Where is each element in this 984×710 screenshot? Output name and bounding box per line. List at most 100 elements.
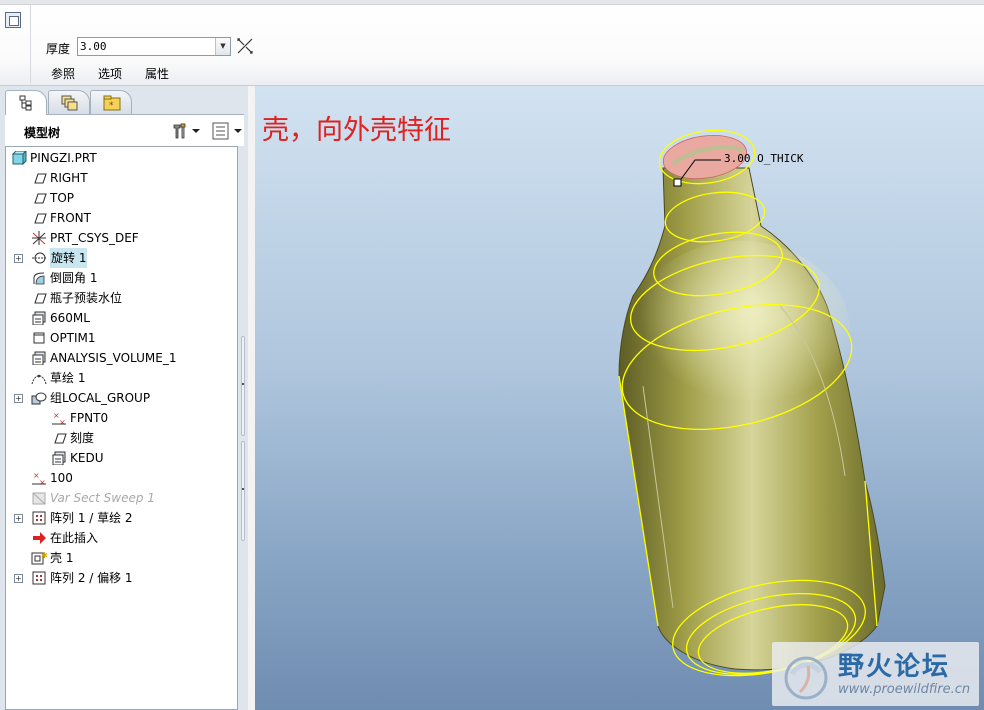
watermark-url: www.proewildfire.cn — [838, 682, 971, 697]
tree-item[interactable]: Var Sect Sweep 1 — [6, 488, 237, 508]
tree-item-label: 倒圆角 1 — [50, 271, 98, 285]
tree-header: 模型树 — [5, 114, 244, 146]
model-tree-icon — [19, 95, 32, 111]
flip-direction-button[interactable] — [235, 36, 255, 56]
tree-item-label: FRONT — [50, 211, 91, 225]
tree-item-label: FPNT0 — [70, 411, 109, 425]
svg-text:✱: ✱ — [41, 551, 47, 560]
tree-item-label: 100 — [50, 471, 73, 485]
tab-properties[interactable]: 属性 — [145, 65, 169, 82]
tree-item[interactable]: + 组LOCAL_GROUP — [6, 388, 237, 408]
tree-item[interactable]: × × FPNT0 — [6, 408, 237, 428]
tree-item-label: KEDU — [70, 451, 104, 465]
tree-item[interactable]: 倒圆角 1 — [6, 268, 237, 288]
list-icon — [212, 122, 242, 140]
tree-item-label: OPTIM1 — [50, 331, 96, 345]
model-tree[interactable]: PINGZI.PRT RIGHT TOP FRONT PRT_CSYS_DEF + 旋转 … — [5, 146, 238, 710]
tree-item-label: 在此插入 — [50, 531, 99, 545]
tree-item-label: 旋转 1 — [50, 248, 88, 268]
tree-item-label: TOP — [50, 191, 75, 205]
body-highlight — [630, 241, 850, 421]
tree-settings-button[interactable] — [171, 121, 203, 141]
pattern-icon — [32, 571, 46, 585]
expand-toggle-icon[interactable]: + — [14, 574, 23, 583]
tree-root-label: PINGZI.PRT — [30, 151, 97, 165]
analysis-icon — [32, 351, 46, 365]
tree-item[interactable]: × × 100 — [6, 468, 237, 488]
tree-item[interactable]: + 阵列 2 / 偏移 1 — [6, 568, 237, 588]
tab-folder-browser[interactable]: * — [90, 90, 132, 114]
analysis-icon — [32, 311, 46, 325]
datum-plane-icon — [34, 173, 47, 184]
tree-item-label: 壳 1 — [50, 551, 74, 565]
graphics-viewport[interactable]: 壳，向外壳特征 3.00 O_THICK 野火论坛 www.proewildfi… — [255, 86, 984, 710]
svg-text:*: * — [109, 101, 114, 111]
thickness-dimension[interactable]: 3.00 O_THICK — [724, 152, 803, 165]
expand-toggle-icon[interactable]: + — [14, 394, 23, 403]
tab-model-tree[interactable] — [5, 90, 47, 115]
tree-item-label: 阵列 2 / 偏移 1 — [50, 571, 133, 585]
tab-options[interactable]: 选项 — [98, 65, 122, 82]
tree-item[interactable]: + 阵列 1 / 草绘 2 — [6, 508, 237, 528]
datum-point-icon: ×× — [52, 411, 66, 425]
tree-item[interactable]: ✱ 壳 1 — [6, 548, 237, 568]
tree-item[interactable]: 草绘 1 — [6, 368, 237, 388]
bottle-model[interactable] — [255, 86, 984, 710]
tree-item-label: PRT_CSYS_DEF — [50, 231, 139, 245]
analysis-icon — [52, 451, 66, 465]
tree-item-label: 瓶子预装水位 — [50, 291, 123, 305]
shell-icon: ✱ — [31, 551, 47, 565]
tree-item-label: 阵列 1 / 草绘 2 — [50, 511, 133, 525]
revolve-icon — [32, 252, 46, 264]
tree-item-label: 660ML — [50, 311, 90, 325]
drag-handle[interactable] — [673, 178, 682, 187]
tree-item[interactable]: TOP — [6, 188, 237, 208]
splitter-grip-top[interactable] — [241, 336, 245, 436]
layers-icon — [61, 95, 78, 111]
datum-plane-icon — [34, 193, 47, 204]
tree-item-label: RIGHT — [50, 171, 88, 185]
tab-layer-tree[interactable] — [48, 90, 90, 114]
tree-item[interactable]: OPTIM1 — [6, 328, 237, 348]
datum-plane-icon — [34, 213, 47, 224]
part-icon — [11, 151, 27, 165]
viewport-gutter — [248, 86, 255, 710]
tree-item[interactable]: ANALYSIS_VOLUME_1 — [6, 348, 237, 368]
forum-watermark: 野火论坛 www.proewildfire.cn — [772, 642, 979, 706]
tree-item[interactable]: 660ML — [6, 308, 237, 328]
optimization-icon — [33, 332, 45, 344]
datum-point-icon: ×× — [32, 471, 46, 485]
shell-feature-icon[interactable] — [5, 5, 31, 83]
tree-item[interactable]: 在此插入 — [6, 528, 237, 548]
shell-dashboard: 厚度 ▼ 参照 选项 属性 — [0, 0, 984, 86]
panel-splitter[interactable] — [238, 146, 248, 710]
sketch-icon — [31, 374, 47, 385]
watermark-title: 野火论坛 — [838, 652, 951, 682]
tab-references[interactable]: 参照 — [51, 65, 75, 82]
tree-root[interactable]: PINGZI.PRT — [6, 148, 237, 168]
viewport-caption: 壳，向外壳特征 — [262, 115, 451, 146]
tree-show-button[interactable] — [211, 121, 245, 141]
tree-item[interactable]: PRT_CSYS_DEF — [6, 228, 237, 248]
thickness-combobox[interactable]: ▼ — [77, 37, 231, 56]
tree-item-label: 草绘 1 — [50, 371, 86, 385]
expand-toggle-icon[interactable]: + — [14, 514, 23, 523]
dashboard-top-border — [0, 0, 984, 5]
expand-toggle-icon[interactable]: + — [14, 254, 23, 263]
tree-item[interactable]: FRONT — [6, 208, 237, 228]
tree-item[interactable]: 刻度 — [6, 428, 237, 448]
tree-item-label: Var Sect Sweep 1 — [50, 491, 155, 505]
round-icon — [33, 272, 45, 285]
tree-item[interactable]: RIGHT — [6, 168, 237, 188]
thickness-input[interactable] — [80, 39, 214, 54]
thickness-label: 厚度 — [46, 42, 71, 56]
tree-item-label: ANALYSIS_VOLUME_1 — [50, 351, 177, 365]
pattern-icon — [32, 511, 46, 525]
splitter-grip-bottom[interactable] — [241, 441, 245, 541]
tree-item[interactable]: KEDU — [6, 448, 237, 468]
tree-item[interactable]: + 旋转 1 — [6, 248, 237, 268]
chevron-down-icon[interactable]: ▼ — [215, 38, 230, 55]
folder-icon: * — [103, 95, 121, 111]
flip-direction-icon — [237, 38, 253, 54]
tree-item[interactable]: 瓶子预装水位 — [6, 288, 237, 308]
